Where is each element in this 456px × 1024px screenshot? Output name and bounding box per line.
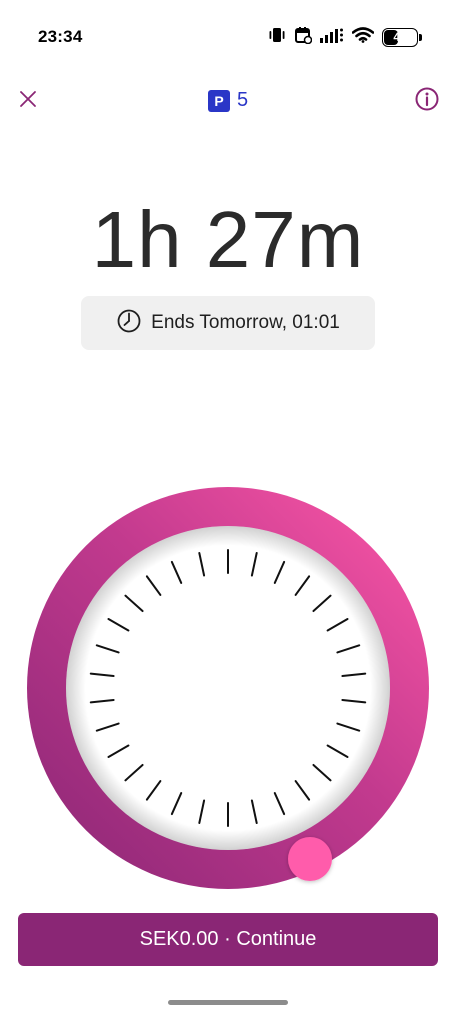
close-icon	[19, 90, 37, 113]
top-bar: P 5	[0, 84, 456, 118]
zone-number: 5	[237, 89, 249, 111]
dial-graphic[interactable]	[27, 487, 429, 889]
parking-badge: P	[208, 89, 230, 112]
close-button[interactable]	[14, 87, 42, 115]
status-time: 23:34	[38, 27, 83, 46]
duration-display: 1h 27m	[91, 195, 365, 284]
end-time-label: Ends Tomorrow, 01:01	[151, 312, 340, 333]
clock-icon	[116, 308, 142, 339]
status-icons: 43	[268, 26, 422, 48]
duration-dial[interactable]	[27, 487, 429, 889]
continue-button[interactable]: SEK0.00 · Continue	[18, 913, 438, 966]
vibrate-icon	[268, 27, 286, 48]
status-bar: 23:34 43	[0, 0, 456, 74]
calendar-icon	[294, 26, 313, 49]
battery-icon: 43	[382, 27, 422, 47]
signal-icon	[320, 27, 344, 48]
end-time-pill: Ends Tomorrow, 01:01	[81, 296, 375, 350]
parking-zone: P 5	[208, 89, 248, 112]
wifi-icon	[351, 26, 375, 48]
home-indicator	[168, 1000, 288, 1005]
dial-handle[interactable]	[288, 837, 332, 881]
battery-level: 43	[393, 30, 407, 44]
info-button[interactable]	[412, 86, 442, 116]
info-icon	[414, 86, 440, 117]
